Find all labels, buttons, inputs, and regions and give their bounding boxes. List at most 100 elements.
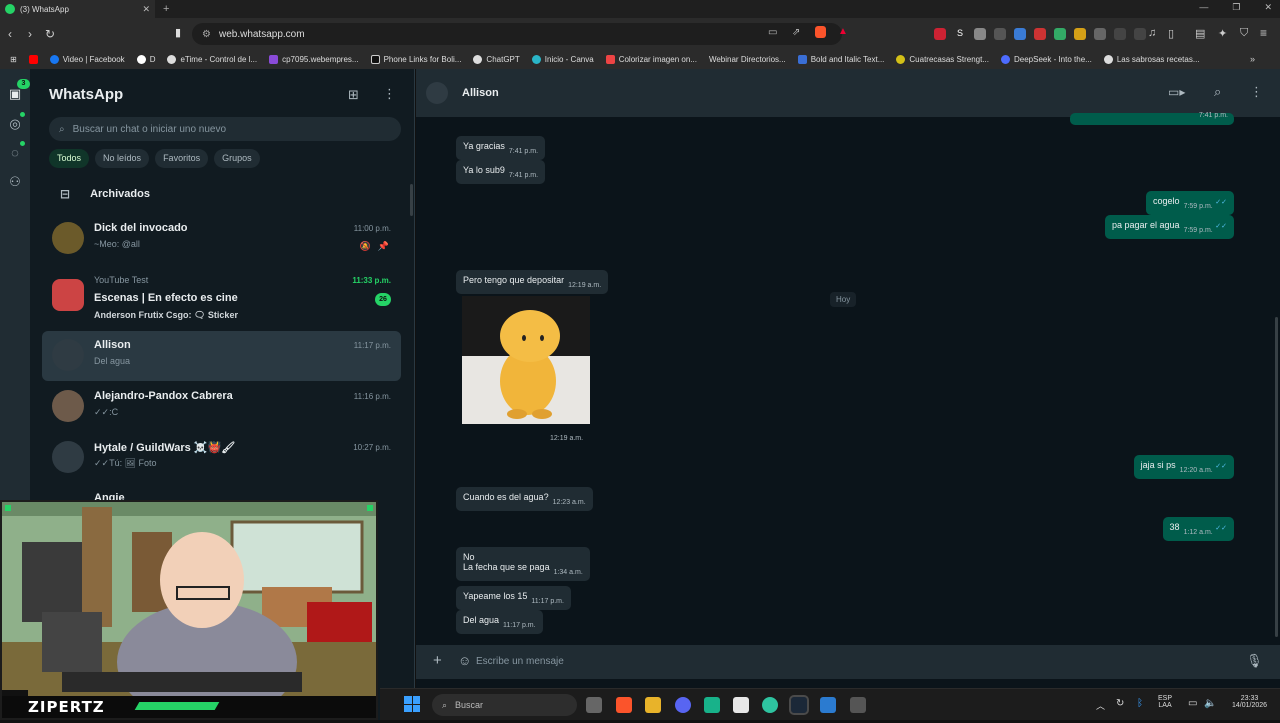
extension-icon[interactable]: [1094, 28, 1106, 40]
apps-grid-icon[interactable]: ⊞: [4, 55, 23, 64]
video-call-icon[interactable]: ▭▸: [1168, 85, 1185, 99]
search-icon[interactable]: ⌕: [1214, 84, 1221, 100]
bookmark-item[interactable]: eTime - Control de l...: [161, 55, 263, 64]
bluetooth-icon[interactable]: ᛒ: [1137, 698, 1143, 709]
conversation-scrollbar[interactable]: [1275, 317, 1278, 637]
language-indicator[interactable]: ESP LAA: [1158, 695, 1172, 709]
close-window-icon[interactable]: ✕: [1264, 2, 1272, 13]
forward-icon[interactable]: ›: [20, 27, 40, 41]
minimize-icon[interactable]: —: [1199, 2, 1208, 13]
reload-icon[interactable]: ↻: [40, 27, 60, 41]
bookmark-item[interactable]: Las sabrosas recetas...: [1098, 55, 1206, 64]
url-bar[interactable]: ⚙ web.whatsapp.com: [192, 23, 842, 45]
status-icon[interactable]: ◎: [7, 116, 23, 132]
cast-icon[interactable]: ▭: [768, 27, 777, 38]
bookmark-item[interactable]: D: [131, 55, 162, 64]
extension-icon[interactable]: [1074, 28, 1086, 40]
search-input[interactable]: ⌕ Buscar un chat o iniciar uno nuevo: [49, 117, 401, 141]
clock[interactable]: 23:33 14/01/2026: [1232, 695, 1267, 709]
chrome-icon[interactable]: [762, 697, 778, 713]
message-input[interactable]: Escribe un mensaje: [476, 650, 1236, 674]
maximize-icon[interactable]: ❐: [1232, 2, 1240, 13]
leo-ai-icon[interactable]: ✦: [1218, 27, 1227, 40]
back-icon[interactable]: ‹: [0, 27, 20, 41]
bookmark-item[interactable]: Video | Facebook: [44, 55, 131, 64]
microphone-icon[interactable]: 🎙: [1246, 653, 1263, 669]
brave-rewards-icon[interactable]: ▲: [838, 26, 848, 37]
sync-icon[interactable]: ↻: [1116, 698, 1124, 709]
message-in[interactable]: No La fecha que se paga1:34 a.m.: [456, 547, 590, 581]
chat-row[interactable]: YouTube Test Escenas | En efecto es cine…: [42, 266, 401, 326]
message-out[interactable]: cogelo7:59 p.m. ✓✓: [1146, 191, 1234, 215]
volume-icon[interactable]: 🔈: [1204, 698, 1216, 709]
more-bookmarks-icon[interactable]: »: [1250, 54, 1255, 64]
media-icon[interactable]: ♫: [1148, 27, 1156, 39]
archived-row[interactable]: ⊟ Archivados: [60, 187, 150, 201]
extension-icon[interactable]: [994, 28, 1006, 40]
filter-unread[interactable]: No leídos: [95, 149, 150, 168]
bookmark-item[interactable]: Webinar Directorios...: [703, 55, 792, 64]
message-in[interactable]: Cuando es del agua?12:23 a.m.: [456, 487, 593, 511]
brave-shields-icon[interactable]: [815, 26, 826, 38]
list-scrollbar[interactable]: [410, 184, 413, 216]
chat-row-selected[interactable]: Allison Del agua 11:17 p.m.: [42, 331, 401, 381]
contact-name[interactable]: Allison: [462, 87, 499, 99]
task-view-icon[interactable]: [586, 697, 602, 713]
bookmark-item[interactable]: Phone Links for Boli...: [365, 55, 468, 64]
chat-row[interactable]: Dick del invocado ~Meo: @all 11:00 p.m. …: [42, 214, 401, 264]
new-tab-icon[interactable]: +: [163, 3, 169, 15]
windows-start-icon[interactable]: [404, 696, 420, 712]
filter-all[interactable]: Todos: [49, 149, 90, 168]
message-in[interactable]: Ya lo sub97:41 p.m.: [456, 160, 546, 184]
chat-row[interactable]: Hytale / GuildWars ☠️👹🖌 ✓✓Tú: 🖼 Foto 10:…: [42, 433, 401, 483]
extension-icon[interactable]: [1034, 28, 1046, 40]
translate-extension-icon[interactable]: [1014, 28, 1026, 40]
new-chat-icon[interactable]: ⊞: [348, 87, 359, 103]
bookmark-youtube[interactable]: [23, 55, 44, 64]
vpn-icon[interactable]: ⛉: [1240, 27, 1248, 40]
message-in[interactable]: Del agua11:17 p.m.: [456, 610, 543, 634]
wallet-icon[interactable]: ▤: [1195, 27, 1205, 40]
message-in[interactable]: Pero tengo que depositar12:19 a.m.: [456, 270, 609, 294]
extension-icon[interactable]: [1134, 28, 1146, 40]
channels-icon[interactable]: ◌: [7, 145, 23, 161]
message-out[interactable]: 381:12 a.m. ✓✓: [1162, 517, 1234, 541]
bookmark-item[interactable]: ChatGPT: [467, 55, 525, 64]
site-info-icon[interactable]: ⚙: [202, 29, 211, 40]
close-tab-icon[interactable]: ✕: [142, 4, 150, 15]
puzzle-icon[interactable]: [1114, 28, 1126, 40]
bookmark-item[interactable]: Colorizar imagen on...: [600, 55, 703, 64]
photos-icon[interactable]: [820, 697, 836, 713]
steam-icon[interactable]: [789, 695, 809, 715]
share-icon[interactable]: ⇗: [792, 27, 800, 38]
app-icon[interactable]: [704, 697, 720, 713]
message-out[interactable]: jaja si ps12:20 a.m. ✓✓: [1133, 455, 1234, 479]
menu-icon[interactable]: ⋮: [1250, 84, 1263, 100]
message-out[interactable]: pa pagar el agua7:59 p.m. ✓✓: [1105, 215, 1234, 239]
show-hidden-icons[interactable]: ︿: [1096, 699, 1105, 712]
attach-icon[interactable]: +: [433, 652, 442, 669]
calculator-icon[interactable]: [850, 697, 866, 713]
bookmark-item[interactable]: Inicio - Canva: [526, 55, 600, 64]
sticker-image[interactable]: [462, 296, 590, 424]
emoji-icon[interactable]: ☺: [458, 653, 471, 668]
extension-s-icon[interactable]: S: [954, 28, 966, 40]
filter-groups[interactable]: Grupos: [214, 149, 260, 168]
message-in[interactable]: Yapeame los 1511:17 p.m.: [456, 586, 571, 610]
bookmark-item[interactable]: DeepSeek - Into the...: [995, 55, 1098, 64]
network-icon[interactable]: ▭: [1188, 698, 1197, 709]
file-explorer-icon[interactable]: [645, 697, 661, 713]
more-options-icon[interactable]: ⋮: [383, 86, 396, 102]
contact-avatar-icon[interactable]: [426, 82, 448, 104]
extension-icon[interactable]: [1054, 28, 1066, 40]
filter-favorites[interactable]: Favoritos: [155, 149, 209, 168]
chat-row[interactable]: Alejandro-Pandox Cabrera ✓✓:C 11:16 p.m.: [42, 382, 401, 432]
sidebar-toggle-icon[interactable]: ▯: [1168, 27, 1174, 40]
brave-browser-icon[interactable]: [616, 697, 632, 713]
discord-icon[interactable]: [675, 697, 691, 713]
taskbar-search[interactable]: ⌕ Buscar: [432, 694, 577, 716]
menu-icon[interactable]: ≡: [1260, 26, 1267, 40]
bookmark-item[interactable]: Cuatrecasas Strengt...: [890, 55, 995, 64]
conversation-header[interactable]: Allison ▭▸ ⌕ ⋮: [416, 69, 1280, 117]
message-in[interactable]: Ya gracias7:41 p.m.: [456, 136, 546, 160]
